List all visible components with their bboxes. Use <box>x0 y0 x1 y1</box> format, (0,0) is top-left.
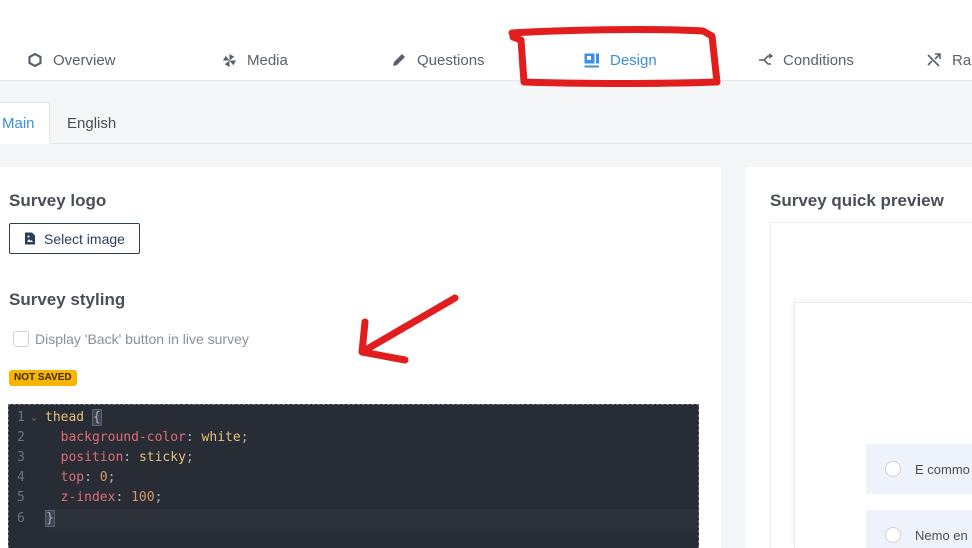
radio-button[interactable] <box>885 527 901 543</box>
select-image-button[interactable]: Select image <box>9 223 140 254</box>
tab-label: Questions <box>417 51 485 69</box>
tab-randomization[interactable]: Ra <box>926 48 971 72</box>
pencil-icon <box>391 52 407 68</box>
code-line[interactable]: thead { <box>45 408 102 428</box>
code-line[interactable]: } <box>45 509 55 529</box>
tab-main[interactable]: Main <box>0 102 50 144</box>
tab-media[interactable]: Media <box>221 48 288 72</box>
css-value: sticky <box>138 450 186 465</box>
tab-questions[interactable]: Questions <box>391 48 485 72</box>
line-number: 3 <box>17 450 25 465</box>
preview-answer-option[interactable]: E commo <box>866 444 972 494</box>
code-line[interactable]: top: 0; <box>45 468 116 488</box>
css-property: position <box>60 450 124 465</box>
layout-icon <box>584 52 600 68</box>
tab-label: Ra <box>952 51 972 69</box>
tab-design[interactable]: Design <box>584 48 657 72</box>
back-button-option: Display 'Back' button in live survey <box>13 331 249 347</box>
status-badge: NOT SAVED <box>9 370 77 386</box>
preview-answer-option[interactable]: Nemo en <box>866 510 972 548</box>
code-line[interactable]: background-color: white; <box>45 428 249 448</box>
top-tab-bar: Overview Media Questions Design Conditio… <box>0 0 972 81</box>
survey-styling-heading: Survey styling <box>9 290 126 309</box>
close-brace: } <box>45 510 55 527</box>
css-value: 0 <box>99 470 108 485</box>
branch-icon <box>757 52 773 68</box>
code-line[interactable]: position: sticky; <box>45 448 194 468</box>
css-property: z-index <box>60 490 116 505</box>
preview-heading: Survey quick preview <box>770 191 944 210</box>
css-value: white <box>201 430 241 445</box>
line-number: 1 <box>17 410 25 425</box>
active-line-highlight <box>45 509 698 529</box>
css-code-editor[interactable]: 1 ⌄ thead { 2 background-color: white; 3… <box>8 404 699 548</box>
fold-chevron-icon[interactable]: ⌄ <box>31 412 37 423</box>
back-button-checkbox[interactable] <box>13 331 29 347</box>
survey-logo-heading: Survey logo <box>9 191 107 210</box>
option-label: E commo <box>915 461 970 477</box>
line-number: 4 <box>17 470 25 485</box>
line-number: 5 <box>17 490 25 505</box>
tab-label: Media <box>247 51 288 69</box>
tab-conditions[interactable]: Conditions <box>757 48 854 72</box>
css-selector: thead <box>45 410 85 425</box>
code-line[interactable]: z-index: 100; <box>45 488 163 508</box>
line-number: 2 <box>17 430 25 445</box>
option-label: Nemo en <box>915 527 968 543</box>
css-value: 100 <box>131 490 155 505</box>
pinwheel-icon <box>221 52 237 68</box>
select-image-label: Select image <box>44 230 125 247</box>
language-tab-bar: Main English <box>0 102 972 144</box>
hexagon-icon <box>27 52 43 68</box>
back-button-label: Display 'Back' button in live survey <box>35 331 249 347</box>
css-property: top <box>60 470 85 485</box>
tab-overview[interactable]: Overview <box>27 48 116 72</box>
tab-english[interactable]: English <box>67 102 116 144</box>
image-file-icon <box>24 232 36 245</box>
line-number: 6 <box>17 511 25 526</box>
open-brace: { <box>91 409 102 426</box>
tab-label: Conditions <box>783 51 854 69</box>
tab-label: Design <box>610 51 657 69</box>
css-property: background-color <box>60 430 186 445</box>
radio-button[interactable] <box>885 461 901 477</box>
shuffle-icon <box>926 52 942 68</box>
tab-label: Overview <box>53 51 116 69</box>
